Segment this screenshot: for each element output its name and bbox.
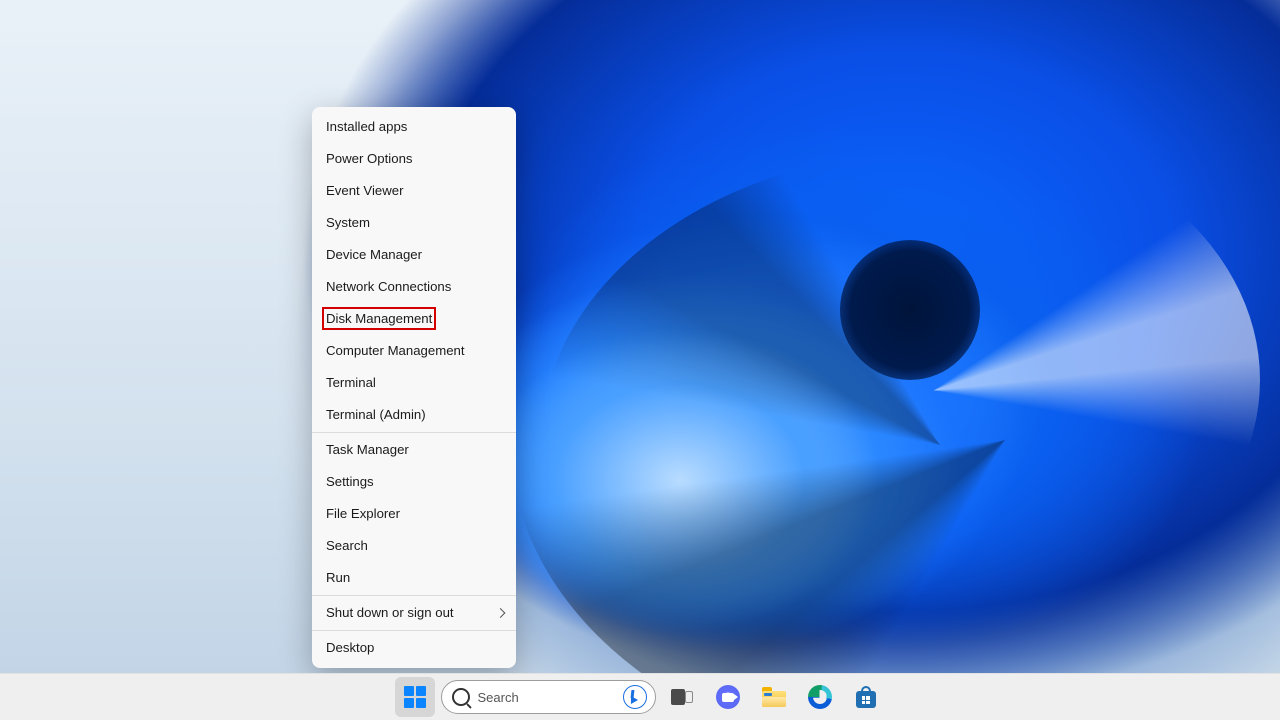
winx-item-label: Settings [326, 474, 374, 489]
desktop-wallpaper[interactable] [0, 0, 1280, 720]
winx-item-desktop[interactable]: Desktop [312, 632, 516, 664]
windows-logo-icon [404, 686, 426, 708]
winx-item-system[interactable]: System [312, 207, 516, 239]
winx-item-label: Event Viewer [326, 183, 403, 198]
bing-icon [623, 685, 647, 709]
winx-item-label: System [326, 215, 370, 230]
winx-item-label: Terminal [326, 375, 376, 390]
microsoft-store-button[interactable] [846, 677, 886, 717]
winx-item-terminal-admin[interactable]: Terminal (Admin) [312, 399, 516, 431]
winx-item-task-manager[interactable]: Task Manager [312, 434, 516, 466]
winx-item-installed-apps[interactable]: Installed apps [312, 111, 516, 143]
taskbar: Search [0, 673, 1280, 720]
search-placeholder: Search [478, 690, 615, 705]
winx-context-menu: Installed apps Power Options Event Viewer S… [312, 107, 516, 668]
menu-separator [312, 432, 516, 433]
winx-item-settings[interactable]: Settings [312, 466, 516, 498]
winx-item-network-connections[interactable]: Network Connections [312, 271, 516, 303]
task-view-icon [671, 689, 693, 705]
edge-button[interactable] [800, 677, 840, 717]
winx-item-power-options[interactable]: Power Options [312, 143, 516, 175]
edge-icon [808, 685, 832, 709]
start-button[interactable] [395, 677, 435, 717]
file-explorer-icon [762, 687, 786, 707]
microsoft-store-icon [855, 686, 877, 708]
winx-item-label: Terminal (Admin) [326, 407, 426, 422]
winx-item-label: File Explorer [326, 506, 400, 521]
search-icon [452, 688, 470, 706]
winx-item-terminal[interactable]: Terminal [312, 367, 516, 399]
winx-item-label: Disk Management [326, 311, 432, 326]
winx-item-label: Computer Management [326, 343, 465, 358]
menu-separator [312, 595, 516, 596]
winx-item-shut-down-sign-out[interactable]: Shut down or sign out [312, 597, 516, 629]
winx-item-label: Installed apps [326, 119, 407, 134]
task-view-button[interactable] [662, 677, 702, 717]
winx-item-search[interactable]: Search [312, 530, 516, 562]
winx-item-label: Device Manager [326, 247, 422, 262]
chat-button[interactable] [708, 677, 748, 717]
winx-item-run[interactable]: Run [312, 562, 516, 594]
file-explorer-button[interactable] [754, 677, 794, 717]
winx-item-label: Shut down or sign out [326, 605, 454, 620]
winx-item-label: Run [326, 570, 350, 585]
winx-item-label: Power Options [326, 151, 413, 166]
winx-item-device-manager[interactable]: Device Manager [312, 239, 516, 271]
taskbar-search[interactable]: Search [441, 680, 656, 714]
winx-item-computer-management[interactable]: Computer Management [312, 335, 516, 367]
chevron-right-icon [496, 608, 506, 618]
winx-item-label: Task Manager [326, 442, 409, 457]
chat-icon [716, 685, 740, 709]
winx-item-event-viewer[interactable]: Event Viewer [312, 175, 516, 207]
winx-item-label: Desktop [326, 640, 374, 655]
winx-item-label: Search [326, 538, 368, 553]
menu-separator [312, 630, 516, 631]
winx-item-file-explorer[interactable]: File Explorer [312, 498, 516, 530]
winx-item-disk-management[interactable]: Disk Management [312, 303, 516, 335]
winx-item-label: Network Connections [326, 279, 451, 294]
